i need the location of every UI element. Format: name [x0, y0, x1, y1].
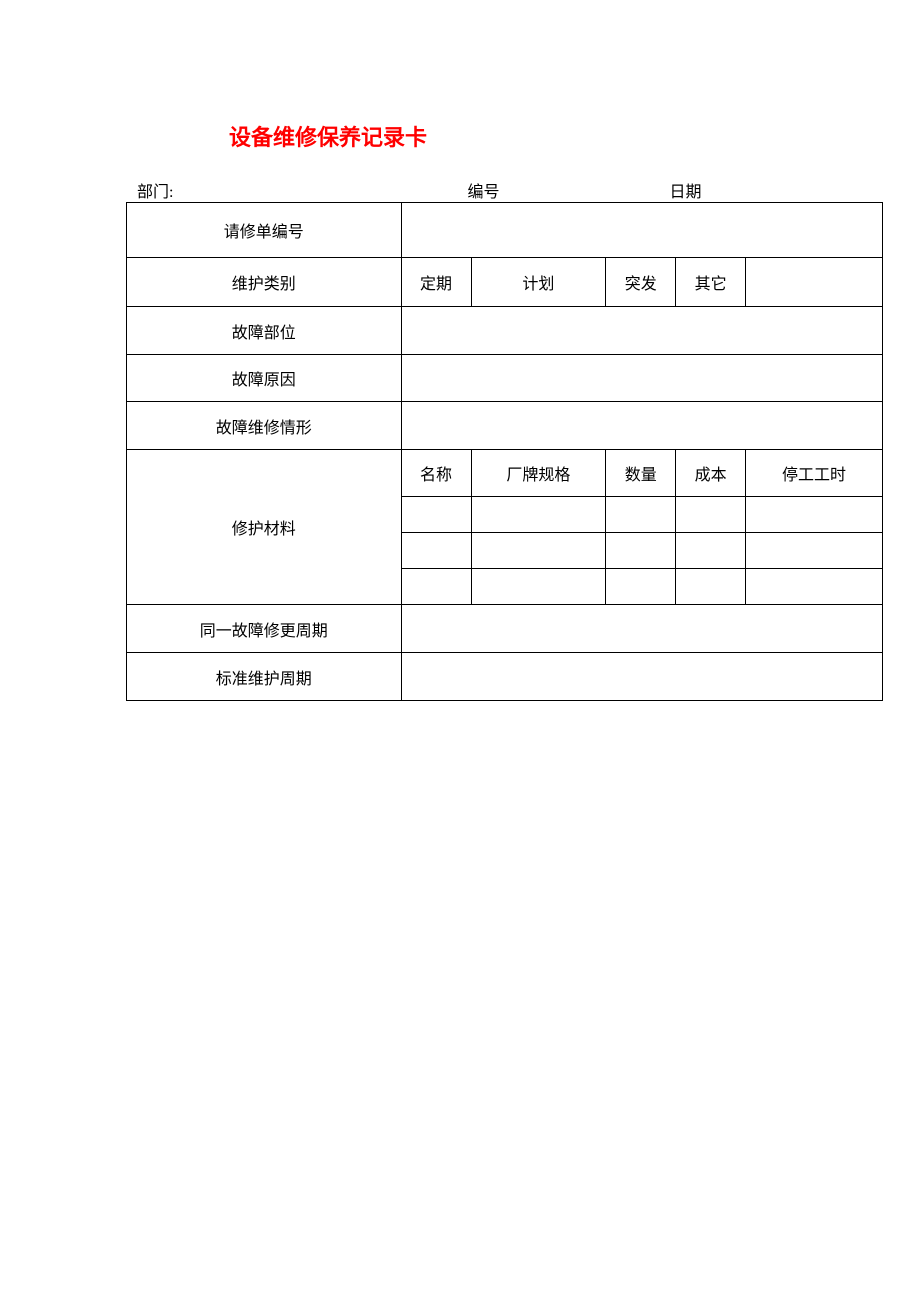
page-title: 设备维修保养记录卡 — [229, 120, 427, 152]
fault-repair-situation-value — [401, 402, 882, 450]
repair-materials-h4: 成本 — [676, 450, 746, 497]
maintenance-type-opt1: 定期 — [401, 258, 471, 307]
request-number-value — [401, 203, 882, 258]
material-cell — [471, 497, 606, 533]
material-cell — [676, 497, 746, 533]
maintenance-type-opt2: 计划 — [471, 258, 606, 307]
table-row: 标准维护周期 — [127, 653, 883, 701]
table-row: 同一故障修更周期 — [127, 605, 883, 653]
material-cell — [471, 569, 606, 605]
repair-materials-h3: 数量 — [606, 450, 676, 497]
material-cell — [746, 497, 883, 533]
material-cell — [746, 569, 883, 605]
request-number-label: 请修单编号 — [127, 203, 402, 258]
material-cell — [606, 569, 676, 605]
fault-location-label: 故障部位 — [127, 307, 402, 355]
material-cell — [606, 533, 676, 569]
repair-materials-h1: 名称 — [401, 450, 471, 497]
material-cell — [401, 569, 471, 605]
material-cell — [401, 497, 471, 533]
material-cell — [606, 497, 676, 533]
fault-reason-label: 故障原因 — [127, 355, 402, 402]
standard-maintenance-cycle-value — [401, 653, 882, 701]
table-row: 故障维修情形 — [127, 402, 883, 450]
fault-location-value — [401, 307, 882, 355]
date-label: 日期 — [669, 178, 701, 202]
maintenance-record-table: 请修单编号 维护类别 定期 计划 突发 其它 故障部位 故障原因 故障维修情形 … — [126, 202, 883, 701]
table-row: 维护类别 定期 计划 突发 其它 — [127, 258, 883, 307]
table-row: 修护材料 名称 厂牌规格 数量 成本 停工工时 — [127, 450, 883, 497]
repair-materials-label: 修护材料 — [127, 450, 402, 605]
department-label: 部门: — [137, 178, 173, 202]
same-fault-cycle-value — [401, 605, 882, 653]
material-cell — [401, 533, 471, 569]
header-row: 部门: 编号 日期 — [137, 178, 701, 202]
material-cell — [676, 569, 746, 605]
table-row: 故障原因 — [127, 355, 883, 402]
maintenance-type-label: 维护类别 — [127, 258, 402, 307]
repair-materials-h2: 厂牌规格 — [471, 450, 606, 497]
material-cell — [471, 533, 606, 569]
repair-materials-h5: 停工工时 — [746, 450, 883, 497]
fault-reason-value — [401, 355, 882, 402]
fault-repair-situation-label: 故障维修情形 — [127, 402, 402, 450]
table-row: 请修单编号 — [127, 203, 883, 258]
standard-maintenance-cycle-label: 标准维护周期 — [127, 653, 402, 701]
maintenance-type-opt3: 突发 — [606, 258, 676, 307]
number-label: 编号 — [467, 178, 499, 202]
material-cell — [746, 533, 883, 569]
maintenance-type-opt4: 其它 — [676, 258, 746, 307]
maintenance-type-blank — [746, 258, 883, 307]
table-row: 故障部位 — [127, 307, 883, 355]
same-fault-cycle-label: 同一故障修更周期 — [127, 605, 402, 653]
material-cell — [676, 533, 746, 569]
